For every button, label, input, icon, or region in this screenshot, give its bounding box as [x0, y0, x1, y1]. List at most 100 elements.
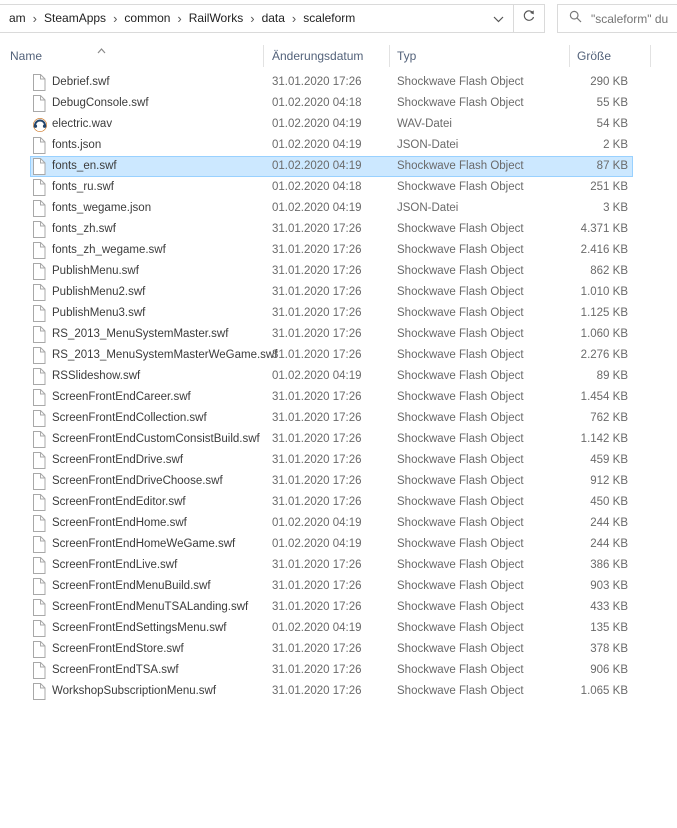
column-resize-handle[interactable] [569, 45, 570, 67]
audio-icon [32, 116, 48, 132]
file-row[interactable]: ScreenFrontEndDriveChoose.swf 31.01.2020… [0, 471, 677, 492]
address-dropdown-button[interactable] [483, 5, 513, 32]
file-type: Shockwave Flash Object [397, 307, 524, 319]
file-size: 251 KB [590, 181, 628, 193]
file-icon [32, 368, 48, 385]
file-row[interactable]: DebugConsole.swf 01.02.2020 04:18 Shockw… [0, 93, 677, 114]
file-size: 3 KB [603, 202, 628, 214]
file-icon [32, 74, 48, 91]
file-icon [32, 263, 48, 280]
file-row[interactable]: ScreenFrontEndMenuTSALanding.swf 31.01.2… [0, 597, 677, 618]
column-header-name[interactable]: Name [10, 49, 42, 63]
file-size: 1.125 KB [580, 307, 628, 319]
file-size: 2.416 KB [580, 244, 628, 256]
file-row[interactable]: ScreenFrontEndEditor.swf 31.01.2020 17:2… [0, 492, 677, 513]
column-header-size[interactable]: Größe [577, 49, 611, 63]
file-size: 450 KB [590, 496, 628, 508]
file-icon [32, 284, 48, 301]
file-icon [32, 620, 48, 637]
file-type: Shockwave Flash Object [397, 538, 524, 550]
breadcrumb-item[interactable]: SteamApps [38, 5, 112, 32]
file-row[interactable]: fonts.json 01.02.2020 04:19 JSON-Datei 2… [0, 135, 677, 156]
file-name: ScreenFrontEndSettingsMenu.swf [52, 622, 227, 634]
file-row[interactable]: RS_2013_MenuSystemMaster.swf 31.01.2020 … [0, 324, 677, 345]
file-row[interactable]: ScreenFrontEndCollection.swf 31.01.2020 … [0, 408, 677, 429]
file-row[interactable]: ScreenFrontEndDrive.swf 31.01.2020 17:26… [0, 450, 677, 471]
file-date: 31.01.2020 17:26 [272, 580, 362, 592]
column-resize-handle[interactable] [389, 45, 390, 67]
file-name: RS_2013_MenuSystemMaster.swf [52, 328, 229, 340]
address-bar[interactable]: am › SteamApps › common › RailWorks › da… [0, 4, 545, 33]
file-row[interactable]: electric.wav 01.02.2020 04:19 WAV-Datei … [0, 114, 677, 135]
search-icon [569, 10, 582, 28]
file-name: PublishMenu3.swf [52, 307, 146, 319]
file-date: 01.02.2020 04:19 [272, 202, 362, 214]
breadcrumb-item[interactable]: scaleform [297, 5, 361, 32]
file-row[interactable]: fonts_zh_wegame.swf 31.01.2020 17:26 Sho… [0, 240, 677, 261]
file-row[interactable]: ScreenFrontEndCustomConsistBuild.swf 31.… [0, 429, 677, 450]
column-header-type[interactable]: Typ [397, 49, 416, 63]
file-name: fonts_en.swf [52, 160, 117, 172]
file-row[interactable]: ScreenFrontEndHomeWeGame.swf 01.02.2020 … [0, 534, 677, 555]
file-type: Shockwave Flash Object [397, 643, 524, 655]
file-row[interactable]: ScreenFrontEndLive.swf 31.01.2020 17:26 … [0, 555, 677, 576]
file-date: 31.01.2020 17:26 [272, 664, 362, 676]
column-resize-handle[interactable] [650, 45, 651, 67]
file-row[interactable]: ScreenFrontEndTSA.swf 31.01.2020 17:26 S… [0, 660, 677, 681]
file-row[interactable]: fonts_en.swf 01.02.2020 04:19 Shockwave … [0, 156, 677, 177]
file-icon [32, 578, 48, 595]
file-size: 135 KB [590, 622, 628, 634]
column-resize-handle[interactable] [263, 45, 264, 67]
file-row[interactable]: ScreenFrontEndHome.swf 01.02.2020 04:19 … [0, 513, 677, 534]
file-row[interactable]: RS_2013_MenuSystemMasterWeGame.swf 31.01… [0, 345, 677, 366]
file-icon [32, 95, 48, 112]
file-icon [32, 200, 48, 217]
file-icon [32, 410, 48, 427]
file-row[interactable]: ScreenFrontEndStore.swf 31.01.2020 17:26… [0, 639, 677, 660]
file-row[interactable]: PublishMenu3.swf 31.01.2020 17:26 Shockw… [0, 303, 677, 324]
file-name: ScreenFrontEndCareer.swf [52, 391, 191, 403]
file-name: ScreenFrontEndMenuBuild.swf [52, 580, 211, 592]
file-row[interactable]: Debrief.swf 31.01.2020 17:26 Shockwave F… [0, 72, 677, 93]
file-type: Shockwave Flash Object [397, 370, 524, 382]
file-name: ScreenFrontEndDrive.swf [52, 454, 184, 466]
file-icon [32, 599, 48, 616]
file-row[interactable]: ScreenFrontEndSettingsMenu.swf 01.02.202… [0, 618, 677, 639]
file-name: ScreenFrontEndMenuTSALanding.swf [52, 601, 249, 613]
file-type: Shockwave Flash Object [397, 349, 524, 361]
search-input[interactable] [591, 11, 677, 26]
file-name: ScreenFrontEndStore.swf [52, 643, 184, 655]
breadcrumb-item[interactable]: am [3, 5, 32, 32]
chevron-down-icon [493, 10, 504, 28]
file-row[interactable]: PublishMenu2.swf 31.01.2020 17:26 Shockw… [0, 282, 677, 303]
file-row[interactable]: PublishMenu.swf 31.01.2020 17:26 Shockwa… [0, 261, 677, 282]
breadcrumb-item[interactable]: RailWorks [183, 5, 249, 32]
file-type: Shockwave Flash Object [397, 580, 524, 592]
file-row[interactable]: fonts_zh.swf 31.01.2020 17:26 Shockwave … [0, 219, 677, 240]
file-icon [32, 179, 48, 196]
file-date: 31.01.2020 17:26 [272, 454, 362, 466]
file-date: 31.01.2020 17:26 [272, 244, 362, 256]
search-box[interactable] [557, 4, 677, 33]
refresh-button[interactable] [514, 5, 544, 32]
file-name: ScreenFrontEndHome.swf [52, 517, 187, 529]
file-row[interactable]: fonts_wegame.json 01.02.2020 04:19 JSON-… [0, 198, 677, 219]
file-size: 903 KB [590, 580, 628, 592]
file-icon [32, 536, 48, 553]
file-size: 378 KB [590, 643, 628, 655]
file-row[interactable]: fonts_ru.swf 01.02.2020 04:18 Shockwave … [0, 177, 677, 198]
file-size: 55 KB [596, 97, 628, 109]
breadcrumb-item[interactable]: data [256, 5, 291, 32]
file-type: Shockwave Flash Object [397, 412, 524, 424]
file-type: Shockwave Flash Object [397, 433, 524, 445]
file-row[interactable]: RSSlideshow.swf 01.02.2020 04:19 Shockwa… [0, 366, 677, 387]
file-row[interactable]: ScreenFrontEndCareer.swf 31.01.2020 17:2… [0, 387, 677, 408]
file-date: 31.01.2020 17:26 [272, 307, 362, 319]
file-size: 1.065 KB [580, 685, 628, 697]
column-header-date[interactable]: Änderungsdatum [272, 49, 363, 63]
breadcrumb-item[interactable]: common [118, 5, 176, 32]
file-size: 87 KB [596, 160, 628, 172]
file-row[interactable]: ScreenFrontEndMenuBuild.swf 31.01.2020 1… [0, 576, 677, 597]
file-type: JSON-Datei [397, 139, 459, 151]
file-row[interactable]: WorkshopSubscriptionMenu.swf 31.01.2020 … [0, 681, 677, 702]
